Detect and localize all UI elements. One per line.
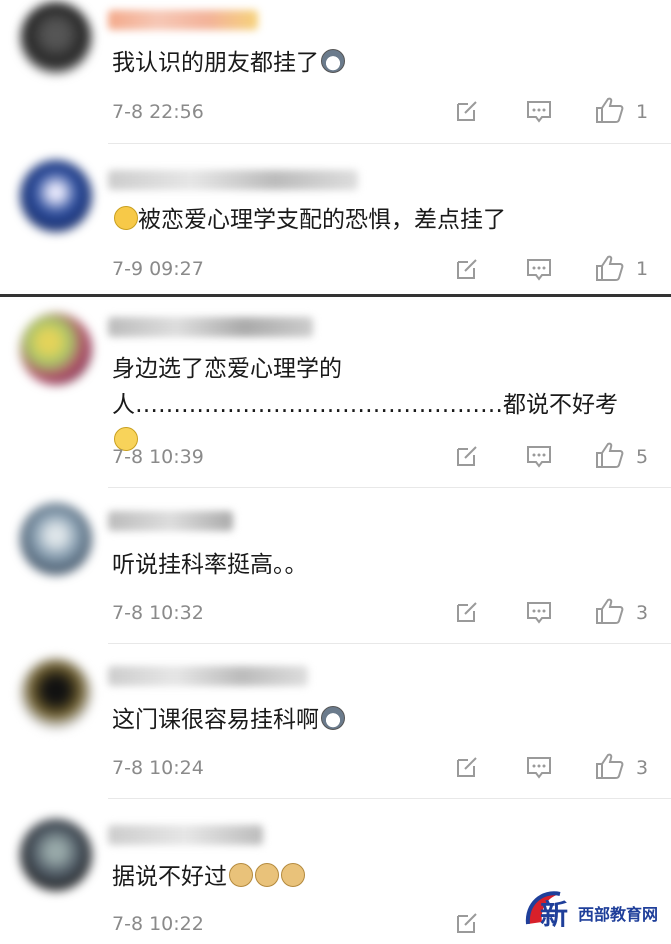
username-redacted[interactable]	[108, 317, 313, 337]
comment-item: 听说挂科率挺高。。 7-8 10:32 3	[0, 489, 671, 644]
avatar[interactable]	[20, 160, 92, 232]
reply-edit-icon[interactable]	[454, 256, 480, 282]
comment-item: 被恋爱心理学支配的恐惧，差点挂了 7-9 09:27 1	[0, 148, 671, 294]
comment-text-content: 我认识的朋友都挂了	[112, 50, 319, 76]
divider	[108, 487, 671, 488]
reply-edit-icon[interactable]	[454, 443, 480, 469]
husky-emoji-icon	[321, 706, 345, 730]
comment-text-line-2: 人…………………………………………都说不好考	[112, 392, 618, 418]
comment-item: 这门课很容易挂科啊 7-8 10:24 3	[0, 644, 671, 799]
divider	[108, 143, 671, 144]
avatar[interactable]	[20, 313, 92, 385]
crying-laughing-emoji-icon	[114, 206, 138, 230]
like-count: 1	[636, 101, 649, 123]
comment-time: 7-9 09:27	[112, 258, 204, 280]
avatar[interactable]	[20, 2, 92, 74]
comment-icon[interactable]	[525, 444, 553, 470]
reply-edit-icon[interactable]	[454, 754, 480, 780]
username-redacted[interactable]	[108, 666, 308, 686]
watermark-logo: 新 西部教育网	[520, 884, 670, 940]
username-redacted[interactable]	[108, 511, 233, 531]
username-redacted[interactable]	[108, 825, 263, 845]
doge-emoji-icon	[229, 863, 253, 887]
comment-time: 7-8 10:39	[112, 446, 204, 468]
like-count: 5	[636, 446, 649, 468]
comment-panel-bottom: 身边选了恋爱心理学的 人…………………………………………都说不好考 7-8 10…	[0, 296, 671, 942]
comment-text: 身边选了恋爱心理学的 人…………………………………………都说不好考	[112, 351, 632, 459]
thumbs-up-icon[interactable]	[595, 752, 625, 780]
comment-text: 被恋爱心理学支配的恐惧，差点挂了	[112, 202, 632, 238]
comment-text-content: 听说挂科率挺高。。	[112, 552, 308, 578]
like-count: 3	[636, 757, 649, 779]
comment-icon[interactable]	[525, 755, 553, 781]
comment-text-line-1: 身边选了恋爱心理学的	[112, 356, 342, 382]
comment-text: 我认识的朋友都挂了	[112, 45, 632, 81]
comment-text-content: 据说不好过	[112, 864, 227, 890]
avatar[interactable]	[20, 819, 92, 891]
watermark-graphic: 新 西部教育网	[520, 884, 670, 940]
username-redacted[interactable]	[108, 170, 358, 190]
thumbs-up-icon[interactable]	[595, 254, 625, 282]
comment-icon[interactable]	[525, 99, 553, 125]
like-count: 3	[636, 602, 649, 624]
comment-panel-top: 我认识的朋友都挂了 7-8 22:56 1 被恋爱心理学支配的恐惧，差点挂了 7…	[0, 0, 671, 296]
comment-icon[interactable]	[525, 257, 553, 283]
husky-emoji-icon	[321, 49, 345, 73]
watermark-sub-text: 西部教育网	[578, 905, 658, 924]
comment-item: 身边选了恋爱心理学的 人…………………………………………都说不好考 7-8 10…	[0, 297, 671, 488]
thumbs-up-icon[interactable]	[595, 441, 625, 469]
comment-time: 7-8 10:32	[112, 602, 204, 624]
thumbs-up-icon[interactable]	[595, 96, 625, 124]
watermark-main-text: 新	[540, 898, 568, 931]
username-redacted[interactable]	[108, 10, 258, 30]
doge-emoji-icon	[255, 863, 279, 887]
thumbs-up-icon[interactable]	[595, 597, 625, 625]
comment-text-content: 被恋爱心理学支配的恐惧，差点挂了	[138, 207, 506, 233]
like-count: 1	[636, 258, 649, 280]
comment-icon[interactable]	[525, 600, 553, 626]
avatar[interactable]	[20, 503, 92, 575]
comment-time: 7-8 22:56	[112, 101, 204, 123]
comment-item: 我认识的朋友都挂了 7-8 22:56 1	[0, 0, 671, 145]
comment-text: 听说挂科率挺高。。	[112, 547, 632, 583]
comment-text-content: 这门课很容易挂科啊	[112, 707, 319, 733]
comment-time: 7-8 10:24	[112, 757, 204, 779]
comment-time: 7-8 10:22	[112, 913, 204, 935]
comment-text: 这门课很容易挂科啊	[112, 702, 632, 738]
doge-emoji-icon	[281, 863, 305, 887]
reply-edit-icon[interactable]	[454, 599, 480, 625]
reply-edit-icon[interactable]	[454, 910, 480, 936]
reply-edit-icon[interactable]	[454, 98, 480, 124]
avatar[interactable]	[20, 658, 92, 730]
